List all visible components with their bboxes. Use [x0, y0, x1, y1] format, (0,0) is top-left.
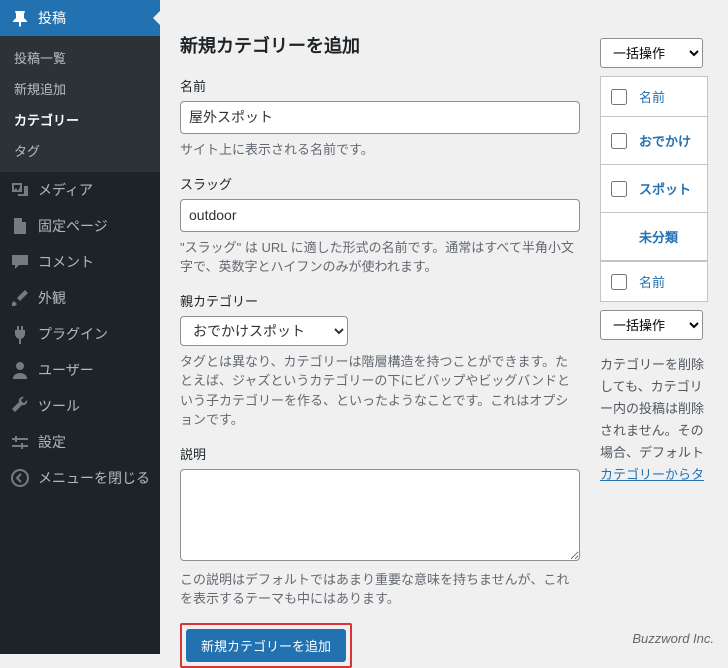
bulk-actions-top: 一括操作: [600, 38, 708, 68]
submit-highlight: 新規カテゴリーを追加: [180, 623, 352, 668]
slug-help: "スラッグ" は URL に適した形式の名前です。通常はすべて半角小文字で、英数…: [180, 238, 580, 277]
row-name-uncategorized[interactable]: 未分類: [611, 227, 678, 246]
sidebar-item-label: コメント: [38, 252, 94, 272]
pushpin-icon: [10, 8, 30, 28]
field-parent: 親カテゴリー おでかけスポット タグとは異なり、カテゴリーは階層構造を持つことが…: [180, 291, 580, 430]
table-footer: 名前: [601, 261, 707, 301]
footer-credit: Buzzword Inc.: [632, 631, 714, 646]
sidebar-sub-tags[interactable]: タグ: [0, 135, 160, 166]
bulk-select-bottom[interactable]: 一括操作: [600, 310, 703, 340]
parent-help: タグとは異なり、カテゴリーは階層構造を持つことができます。たとえば、ジャズという…: [180, 352, 580, 430]
field-name: 名前 サイト上に表示される名前です。: [180, 76, 580, 160]
sidebar-sub-categories[interactable]: カテゴリー: [0, 104, 160, 135]
desc-help: この説明はデフォルトではあまり重要な意味を持ちませんが、これを表示するテーマも中…: [180, 570, 580, 609]
name-input[interactable]: [180, 101, 580, 134]
form-title: 新規カテゴリーを追加: [180, 32, 580, 58]
bulk-select-top[interactable]: 一括操作: [600, 38, 703, 68]
field-slug: スラッグ "スラッグ" は URL に適した形式の名前です。通常はすべて半角小文…: [180, 174, 580, 277]
main-content: 新規カテゴリーを追加 名前 サイト上に表示される名前です。 スラッグ "スラッグ…: [160, 0, 728, 654]
slug-input[interactable]: [180, 199, 580, 232]
row-name-link[interactable]: おでかけ: [639, 131, 691, 150]
notes-link[interactable]: カテゴリーからタ: [600, 467, 704, 482]
page-icon: [10, 216, 30, 236]
sidebar-item-posts[interactable]: 投稿: [0, 0, 160, 36]
admin-sidebar: 投稿 投稿一覧 新規追加 カテゴリー タグ メディア 固定ページ コメント 外観…: [0, 0, 160, 654]
name-label: 名前: [180, 76, 580, 95]
name-help: サイト上に表示される名前です。: [180, 140, 580, 160]
sidebar-item-label: 外観: [38, 288, 66, 308]
add-category-button[interactable]: 新規カテゴリーを追加: [186, 629, 346, 662]
category-table: 名前 おでかけ スポット 未分類 名前: [600, 76, 708, 302]
desc-textarea[interactable]: [180, 469, 580, 561]
sidebar-item-pages[interactable]: 固定ページ: [0, 208, 160, 244]
category-notes: カテゴリーを削除しても、カテゴリー内の投稿は削除されません。その場合、デフォルト…: [600, 354, 708, 487]
sidebar-item-label: メディア: [38, 180, 93, 200]
sidebar-item-label: 設定: [38, 432, 66, 452]
parent-select[interactable]: おでかけスポット: [180, 316, 348, 346]
column-header-name[interactable]: 名前: [639, 87, 665, 106]
sidebar-item-settings[interactable]: 設定: [0, 424, 160, 460]
sidebar-item-label: プラグイン: [38, 324, 108, 344]
sidebar-item-collapse[interactable]: メニューを閉じる: [0, 460, 160, 496]
media-icon: [10, 180, 30, 200]
sidebar-item-plugins[interactable]: プラグイン: [0, 316, 160, 352]
plug-icon: [10, 324, 30, 344]
comment-icon: [10, 252, 30, 272]
table-row: スポット: [601, 165, 707, 213]
sidebar-item-label: ツール: [38, 396, 80, 416]
bulk-actions-bottom: 一括操作: [600, 310, 708, 340]
select-all-top[interactable]: [611, 89, 627, 105]
add-category-form: 新規カテゴリーを追加 名前 サイト上に表示される名前です。 スラッグ "スラッグ…: [180, 10, 580, 654]
sidebar-submenu-posts: 投稿一覧 新規追加 カテゴリー タグ: [0, 36, 160, 172]
settings-icon: [10, 432, 30, 452]
select-all-bottom[interactable]: [611, 274, 627, 290]
sidebar-item-appearance[interactable]: 外観: [0, 280, 160, 316]
table-header: 名前: [601, 77, 707, 117]
collapse-icon: [10, 468, 30, 488]
brush-icon: [10, 288, 30, 308]
sidebar-item-comments[interactable]: コメント: [0, 244, 160, 280]
column-footer-name[interactable]: 名前: [639, 272, 665, 291]
row-checkbox[interactable]: [611, 133, 627, 149]
sidebar-item-media[interactable]: メディア: [0, 172, 160, 208]
table-row: おでかけ: [601, 117, 707, 165]
sidebar-sub-all-posts[interactable]: 投稿一覧: [0, 42, 160, 73]
sidebar-sub-new-post[interactable]: 新規追加: [0, 73, 160, 104]
field-description: 説明 この説明はデフォルトではあまり重要な意味を持ちませんが、これを表示するテー…: [180, 444, 580, 609]
row-checkbox[interactable]: [611, 181, 627, 197]
notes-text: カテゴリーを削除しても、カテゴリー内の投稿は削除されません。その場合、デフォルト: [600, 357, 704, 460]
sidebar-item-label: 投稿: [38, 8, 66, 28]
user-icon: [10, 360, 30, 380]
sidebar-item-label: メニューを閉じる: [38, 468, 150, 488]
sidebar-item-users[interactable]: ユーザー: [0, 352, 160, 388]
sidebar-item-tools[interactable]: ツール: [0, 388, 160, 424]
category-list-column: 一括操作 名前 おでかけ スポット 未分類 名前: [600, 10, 708, 654]
wrench-icon: [10, 396, 30, 416]
row-name-link[interactable]: スポット: [639, 179, 691, 198]
slug-label: スラッグ: [180, 174, 580, 193]
table-row: 未分類: [601, 213, 707, 261]
desc-label: 説明: [180, 444, 580, 463]
parent-label: 親カテゴリー: [180, 291, 580, 310]
sidebar-item-label: 固定ページ: [38, 216, 108, 236]
sidebar-item-label: ユーザー: [38, 360, 94, 380]
